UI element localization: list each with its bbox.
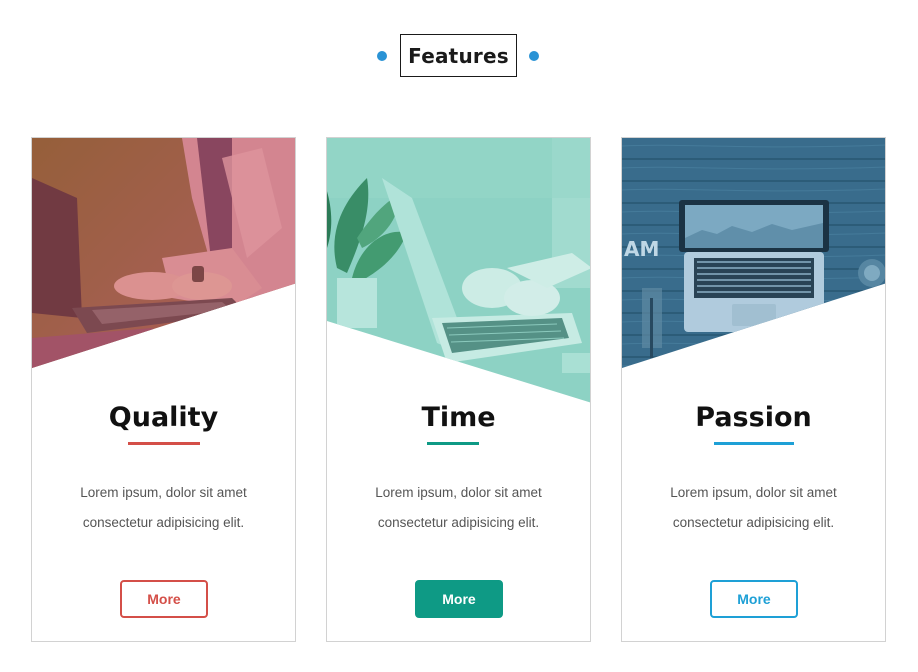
title-underline [714, 442, 794, 445]
card-image-hands-typing-with-plant [327, 138, 590, 408]
feature-card-quality: Quality Lorem ipsum, dolor sit amet cons… [31, 137, 296, 642]
card-description-line-2: consectetur adipisicing elit. [82, 515, 245, 530]
card-image-laptop-on-wooden-desk: AM [622, 138, 885, 408]
more-button-quality[interactable]: More [120, 580, 208, 618]
title-underline [128, 442, 200, 445]
card-description-line-1: Lorem ipsum, dolor sit amet [80, 485, 247, 500]
decorative-dot-left [377, 51, 387, 61]
card-description-line-1: Lorem ipsum, dolor sit amet [670, 485, 837, 500]
more-button-time[interactable]: More [415, 580, 503, 618]
section-header: Features [0, 34, 918, 78]
card-description-line-2: consectetur adipisicing elit. [672, 515, 835, 530]
card-title: Quality [108, 402, 219, 433]
card-image-woman-typing-on-laptop [32, 138, 295, 408]
decorative-dot-right [529, 51, 539, 61]
more-button-passion[interactable]: More [710, 580, 798, 618]
card-title: Time [421, 402, 496, 433]
feature-card-passion: AM Passion Lorem ipsum, dolor sit amet c… [621, 137, 886, 642]
card-description-line-2: consectetur adipisicing elit. [377, 515, 540, 530]
section-title: Features [400, 34, 517, 77]
card-description-line-1: Lorem ipsum, dolor sit amet [375, 485, 542, 500]
feature-card-time: Time Lorem ipsum, dolor sit amet consect… [326, 137, 591, 642]
card-title: Passion [695, 402, 812, 433]
title-underline [427, 442, 479, 445]
